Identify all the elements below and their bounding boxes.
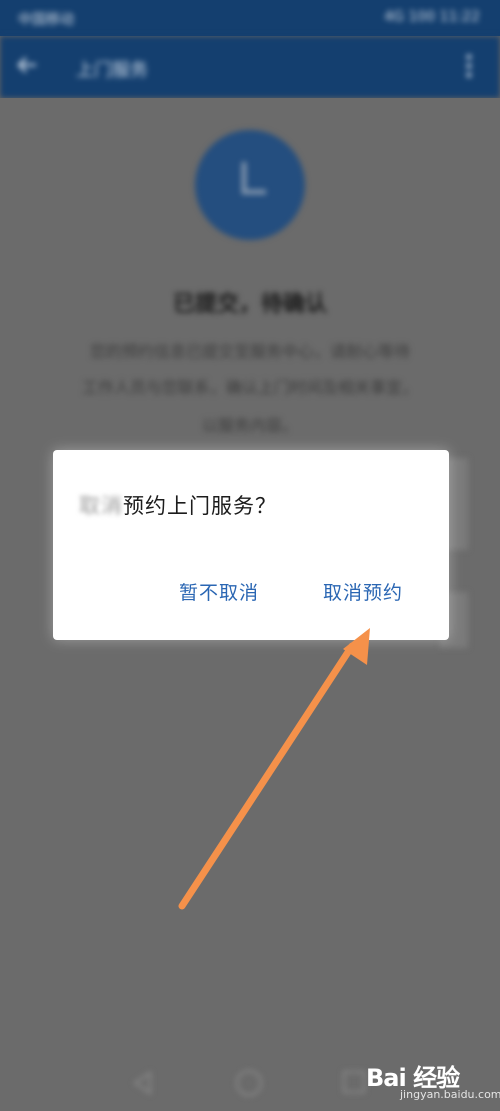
cancel-appointment-button[interactable]: 取消预约 [323,578,403,605]
status-bar: 中国移动 4G 100 11:22 [0,0,500,36]
clock-hands-icon [241,162,266,195]
nav-recent-apps-icon[interactable] [342,1070,366,1094]
dialog-title-faded: 取消 [79,494,123,518]
page-title: 上门服务 [76,60,148,81]
more-vert-icon[interactable] [466,54,472,78]
dialog-title: 取消预约上门服务？ [79,490,277,520]
keep-appointment-button[interactable]: 暂不取消 [179,578,259,605]
status-description-line-2: 工作人员与您联系，确认上门时间及相关事宜， [81,378,418,397]
app-bar: 上门服务 [0,36,500,98]
status-description-line-3: 以服务内容。 [201,416,298,435]
cancel-appointment-dialog: 取消预约上门服务？ 暂不取消 取消预约 [53,450,449,640]
nav-home-icon[interactable] [234,1068,264,1098]
nav-back-icon[interactable] [130,1070,156,1096]
watermark-url: jingyan.baidu.com [400,1088,500,1101]
status-description-line-1: 您的预约信息已提交至服务中心，请耐心等待 [89,342,410,361]
status-heading: 已提交，待确认 [172,292,327,317]
screen: 中国移动 4G 100 11:22 上门服务 已提交，待确认 您的预约信息已提交… [0,0,500,1111]
dialog-title-main: 预约上门服务？ [123,494,277,518]
status-carrier: 中国移动 [18,12,74,28]
baidu-jingyan-watermark: Bai 经验 jingyan.baidu.com [366,1058,500,1104]
status-indicators: 4G 100 11:22 [384,9,480,25]
back-arrow-icon[interactable] [16,54,38,76]
